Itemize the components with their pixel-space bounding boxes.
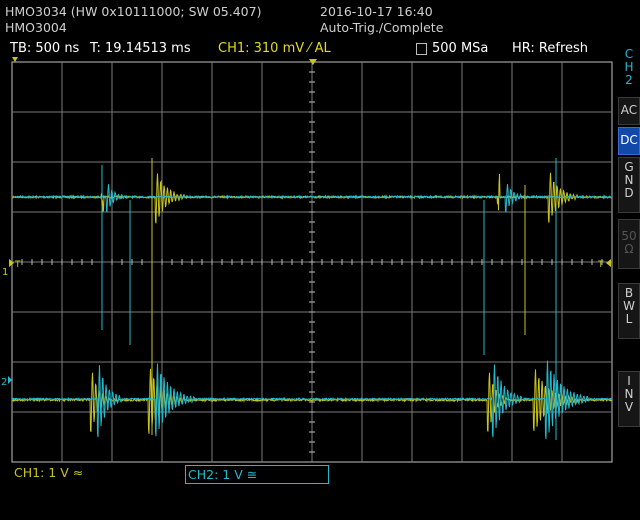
ch1-ground-label: 1 [2,267,8,278]
ac-coupling-button[interactable]: AC [618,97,640,125]
ch1-trigger-readout[interactable]: CH1: 310 mV ⁄ AL [218,41,331,56]
memory-icon [416,43,427,55]
trigger-time-readout[interactable]: T: 19.14513 ms [90,41,191,56]
invert-button[interactable]: I N V [618,371,640,427]
status-bar: TB: 500 ns T: 19.14513 ms CH1: 310 mV ⁄ … [0,40,616,60]
trigger-level-arrow-right [606,259,611,267]
channel-indicator: C H 2 [620,48,638,87]
bwl-label-l: L [625,312,633,326]
ac-coupling-label: AC [620,103,638,117]
ch2-ground-label: 2 [1,377,7,388]
trigger-level-label-right: T [597,260,604,270]
ch2-scale-label[interactable]: CH2: 1 V ≅ [185,465,329,484]
dc-coupling-button[interactable]: DC [618,127,640,155]
hr-mode-readout[interactable]: HR: Refresh [512,41,588,56]
ch2-ground-marker [8,376,12,384]
channel-markers [8,57,611,384]
waveform-display[interactable]: 1 2 T T [0,0,640,520]
ch1-scale-label[interactable]: CH1: 1 V ≈ [14,465,83,480]
sample-rate-readout[interactable]: 500 MSa [432,41,488,56]
channel-number: 2 [625,73,633,87]
dc-coupling-label: DC [620,133,638,147]
trigger-level-label-left: T [14,260,21,270]
inv-label-v: V [624,400,634,414]
bwl-button[interactable]: B W L [618,283,640,339]
ohm-icon: Ω [624,242,634,256]
gnd-coupling-button[interactable]: G N D [618,157,640,213]
channel-menu-sidebar: C H 2 AC DC G N D 50 Ω B W L I N V [616,40,640,520]
50-ohm-button[interactable]: 50 Ω [618,219,640,269]
gnd-label-d: D [624,186,634,200]
timebase-readout[interactable]: TB: 500 ns [10,41,79,56]
